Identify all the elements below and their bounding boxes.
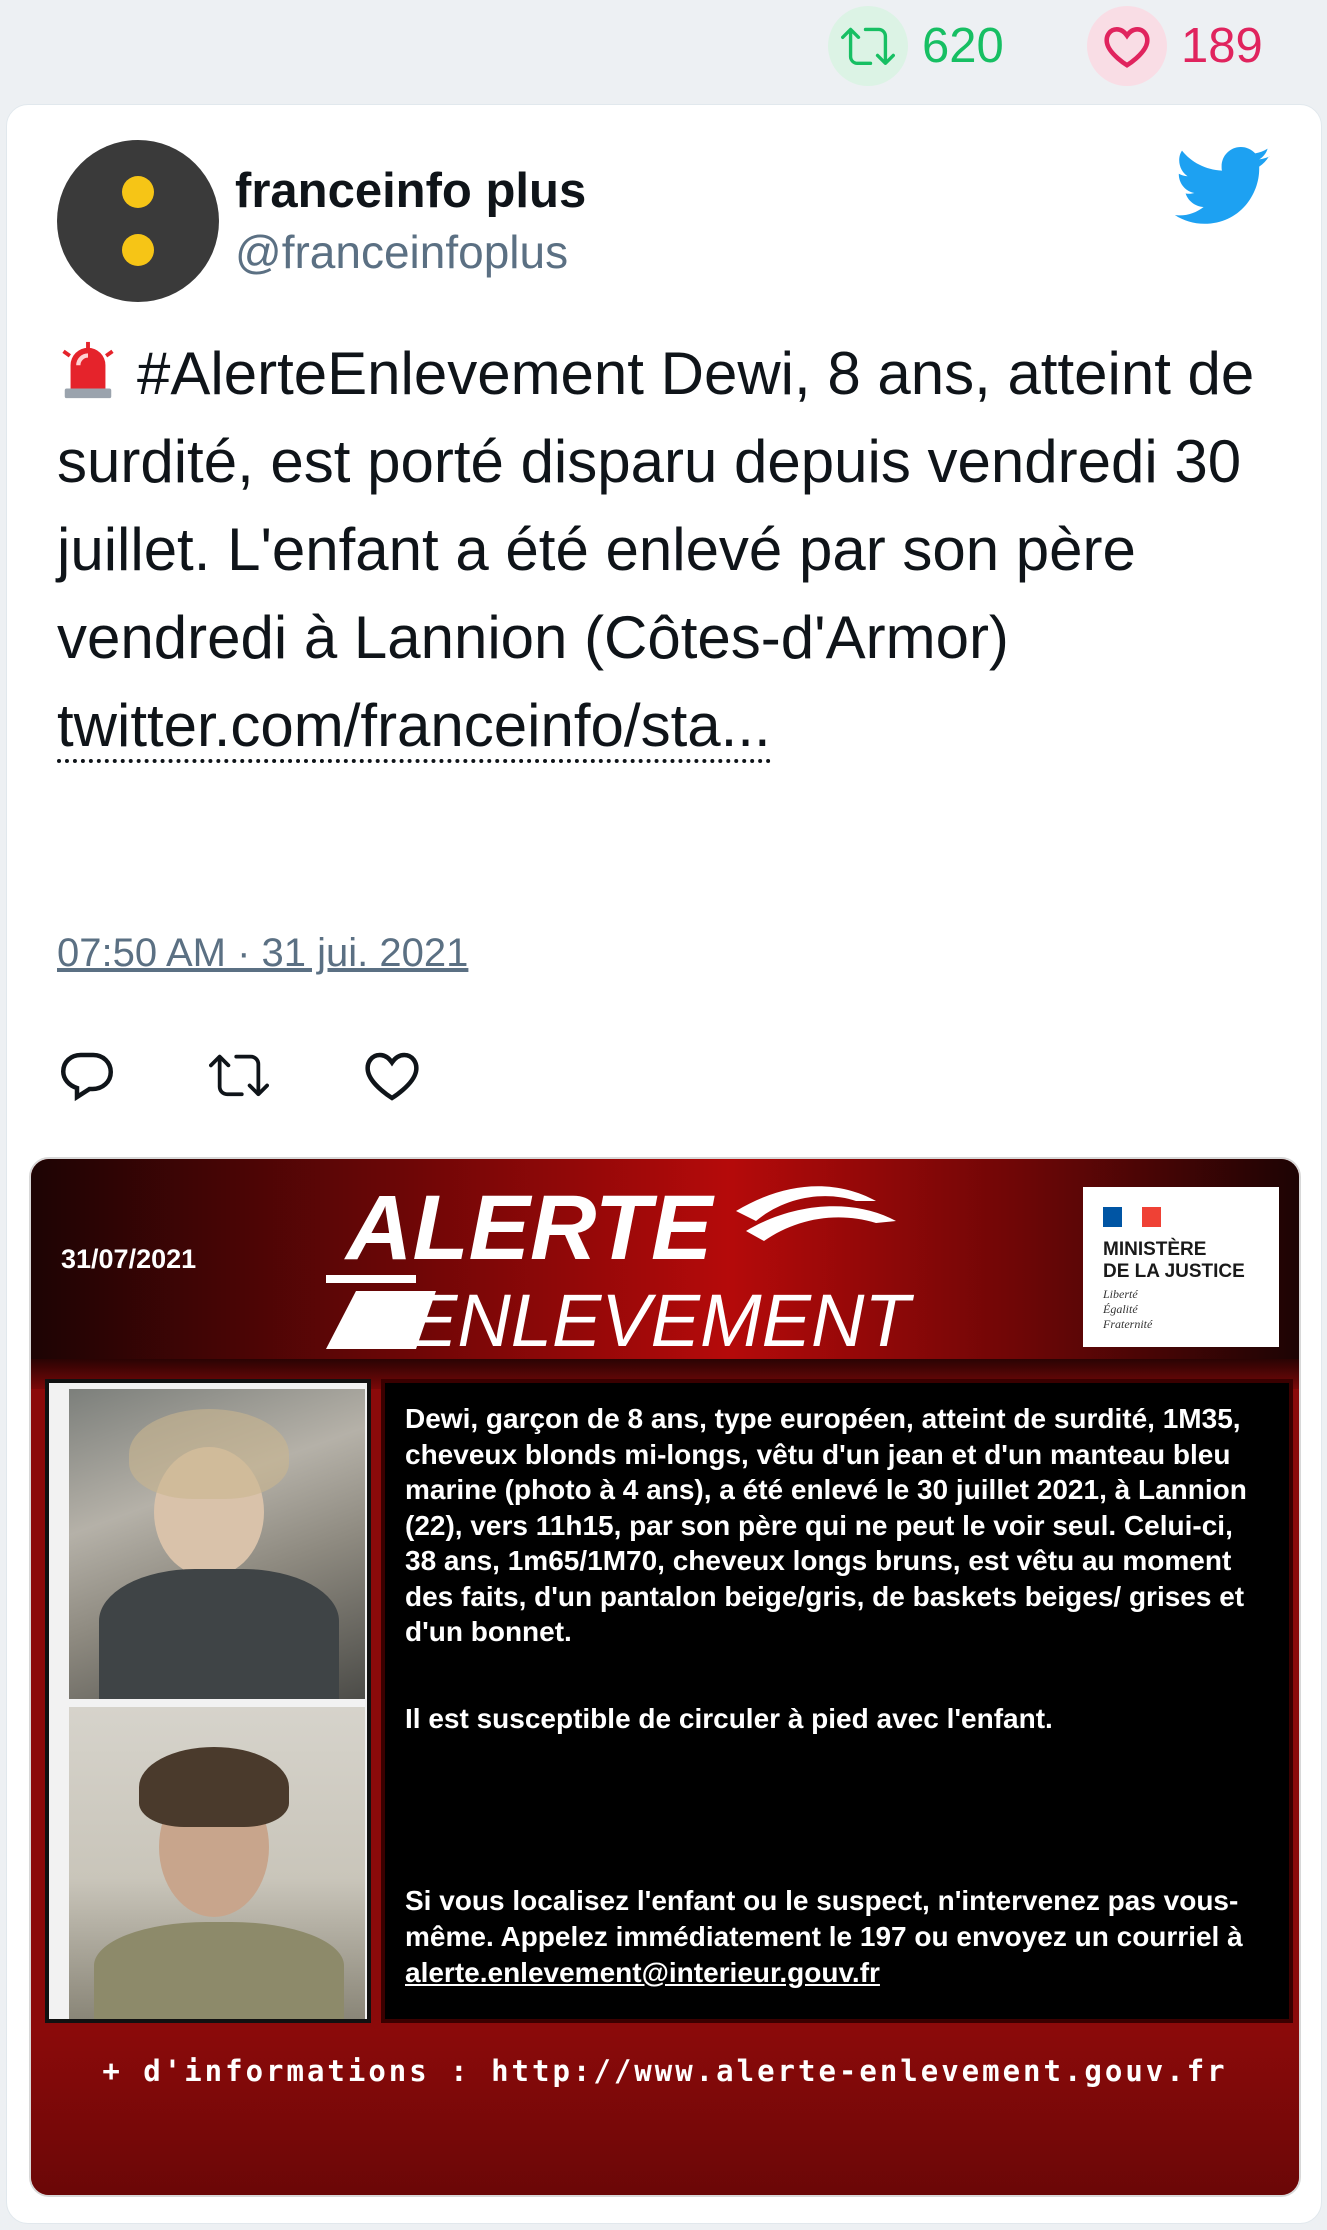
heart-icon[interactable] bbox=[1087, 6, 1167, 86]
photo-frame bbox=[45, 1379, 371, 2023]
alert-instruction-text: Si vous localisez l'enfant ou le suspect… bbox=[405, 1885, 1243, 1952]
poster-title-line2: ENLEVEMENT bbox=[408, 1279, 914, 1361]
motto-fraternite: Fraternité bbox=[1103, 1317, 1153, 1331]
suspect-shirt bbox=[94, 1922, 344, 2019]
child-photo bbox=[69, 1389, 365, 1699]
twitter-bird-icon[interactable] bbox=[1175, 147, 1273, 227]
ministry-name: MINISTÈRE DE LA JUSTICE bbox=[1103, 1239, 1245, 1283]
tweet-stats: 620 189 bbox=[0, 0, 1327, 92]
retweet-count-group[interactable]: 620 bbox=[828, 6, 1004, 86]
alert-email: alerte.enlevement@interieur.gouv.fr bbox=[405, 1957, 880, 1988]
poster-footer-url: + d'informations : http://www.alerte-enl… bbox=[102, 2054, 1228, 2088]
french-flag-icon bbox=[1103, 1207, 1161, 1227]
child-hair bbox=[129, 1409, 289, 1499]
alert-description-box: Dewi, garçon de 8 ans, type européen, at… bbox=[381, 1379, 1293, 2023]
like-count: 189 bbox=[1181, 19, 1263, 73]
retweet-icon[interactable] bbox=[828, 6, 908, 86]
suspect-photo bbox=[69, 1707, 365, 2019]
ministry-line1: MINISTÈRE bbox=[1103, 1239, 1207, 1260]
alert-instructions: Si vous localisez l'enfant ou le suspect… bbox=[405, 1883, 1265, 1991]
like-action-icon[interactable] bbox=[362, 1045, 422, 1105]
ministry-logo: MINISTÈRE DE LA JUSTICE Liberté Égalité … bbox=[1083, 1187, 1279, 1347]
avatar-dot bbox=[122, 176, 154, 208]
tweet-card[interactable]: franceinfo plus @franceinfoplus #AlerteE… bbox=[6, 104, 1322, 2224]
author-name[interactable]: franceinfo plus bbox=[235, 163, 586, 219]
tweet-timestamp[interactable]: 07:50 AM · 31 jui. 2021 bbox=[57, 931, 468, 976]
suspect-hair bbox=[139, 1747, 289, 1827]
motto-liberte: Liberté bbox=[1103, 1287, 1138, 1301]
tweet-media-image[interactable]: 31/07/2021 ALERTE ENLEVEMENT MINISTÈRE D… bbox=[29, 1157, 1301, 2197]
police-siren-icon bbox=[62, 341, 114, 399]
retweet-action-icon[interactable] bbox=[209, 1045, 269, 1105]
tweet-body: #AlerteEnlevement Dewi, 8 ans, atteint d… bbox=[57, 340, 1255, 671]
quoted-tweet-link[interactable]: twitter.com/franceinfo/sta... bbox=[57, 692, 771, 763]
child-coat bbox=[99, 1569, 339, 1699]
ministry-motto: Liberté Égalité Fraternité bbox=[1103, 1287, 1152, 1332]
alert-note: Il est susceptible de circuler à pied av… bbox=[405, 1703, 1053, 1734]
poster-date: 31/07/2021 bbox=[61, 1244, 197, 1274]
alert-description: Dewi, garçon de 8 ans, type européen, at… bbox=[405, 1403, 1247, 1647]
poster-title-line1: ALERTE bbox=[344, 1177, 715, 1279]
motto-egalite: Égalité bbox=[1103, 1302, 1138, 1316]
tweet-text: #AlerteEnlevement Dewi, 8 ans, atteint d… bbox=[57, 330, 1287, 770]
retweet-count: 620 bbox=[922, 19, 1004, 73]
ministry-line2: DE LA JUSTICE bbox=[1103, 1261, 1245, 1282]
reply-icon[interactable] bbox=[57, 1045, 117, 1105]
avatar[interactable] bbox=[57, 140, 219, 302]
avatar-dot bbox=[122, 234, 154, 266]
like-count-group[interactable]: 189 bbox=[1087, 6, 1263, 86]
alerte-enlevement-logo: ALERTE ENLEVEMENT bbox=[326, 1177, 914, 1361]
author-handle[interactable]: @franceinfoplus bbox=[235, 225, 568, 279]
